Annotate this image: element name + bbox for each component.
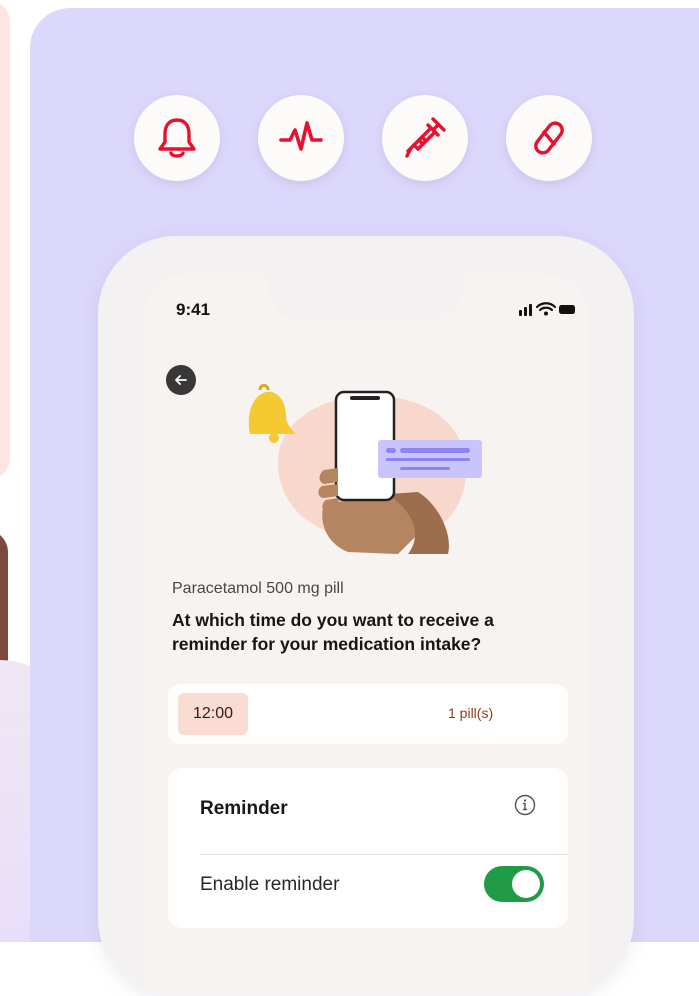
wifi-icon	[535, 302, 557, 312]
phone-screen: 9:41 Paracetamol 500 mg pill At which ti…	[143, 274, 589, 994]
bell-icon	[158, 118, 196, 158]
pill-icon-badge	[506, 95, 592, 181]
arrow-left-icon	[175, 375, 187, 385]
reminder-illustration	[248, 384, 482, 554]
syringe-icon-badge	[382, 95, 468, 181]
message-card-illustration-icon	[378, 440, 482, 478]
feature-icons	[134, 95, 594, 181]
time-chip[interactable]: 12:00	[178, 693, 248, 735]
heartbeat-icon	[279, 121, 323, 151]
info-icon[interactable]	[514, 794, 536, 816]
divider	[200, 854, 568, 855]
dose-label: 1 pill(s)	[448, 705, 494, 721]
phone-frame: 9:41 Paracetamol 500 mg pill At which ti…	[98, 236, 634, 996]
medication-name: Paracetamol 500 mg pill	[172, 580, 344, 597]
reminder-card: Reminder Enable reminder	[168, 768, 568, 928]
signal-icon	[519, 310, 522, 316]
schedule-row[interactable]: 12:00 1 pill(s)	[168, 684, 568, 744]
status-time: 9:41	[176, 300, 211, 319]
pill-icon	[534, 121, 564, 155]
back-button[interactable]	[166, 365, 196, 395]
enable-reminder-label: Enable reminder	[200, 874, 340, 895]
status-icons	[519, 302, 575, 316]
phone-notch	[266, 274, 466, 322]
reminder-question: At which time do you want to receive a r…	[172, 610, 494, 654]
neighbor-card-left-top	[0, 0, 10, 480]
syringe-icon	[405, 117, 446, 158]
reminder-title: Reminder	[200, 798, 288, 819]
heartbeat-icon-badge	[258, 95, 344, 181]
bell-icon-badge	[134, 95, 220, 181]
toggle-knob	[512, 870, 540, 898]
enable-reminder-toggle[interactable]	[484, 866, 544, 902]
battery-icon	[559, 305, 575, 314]
